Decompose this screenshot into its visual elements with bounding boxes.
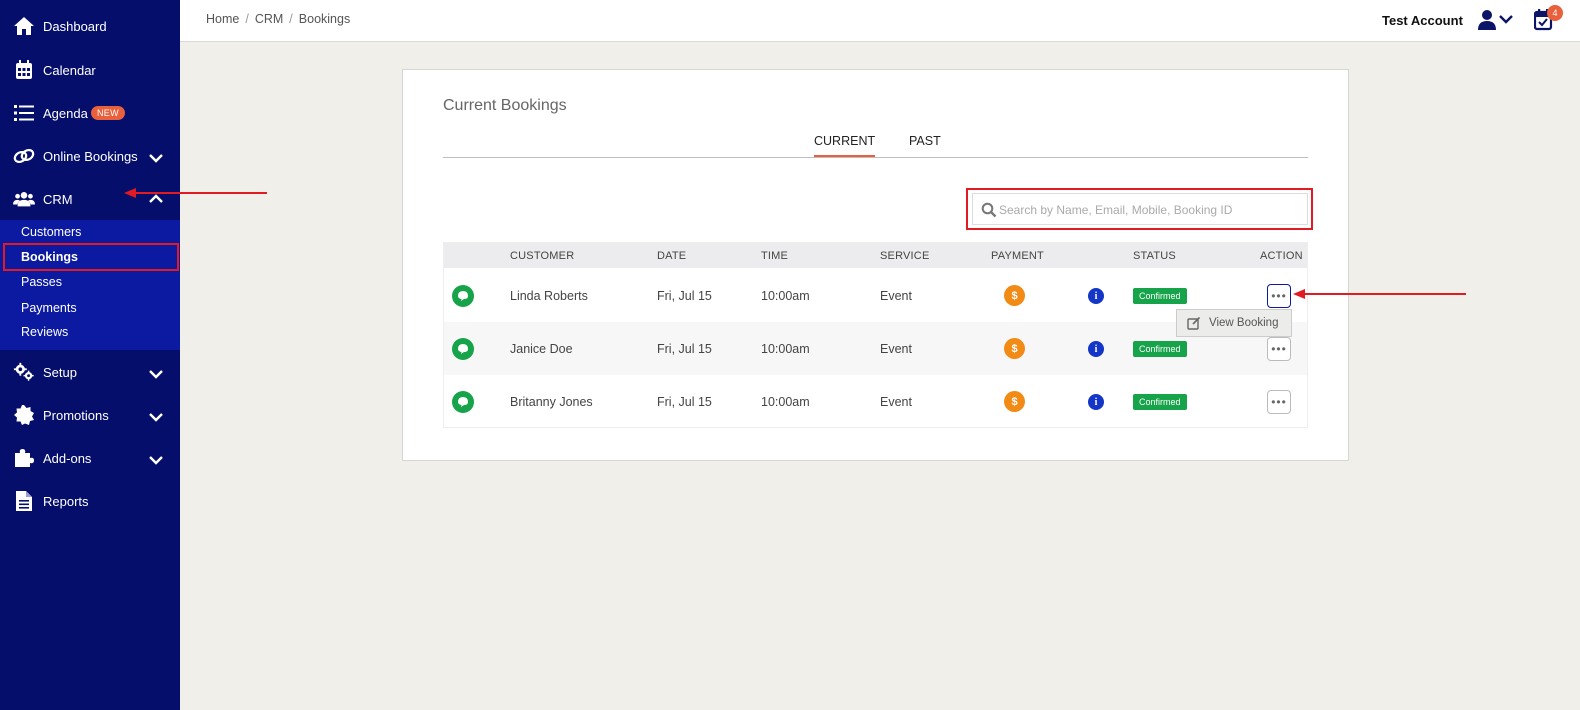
new-badge: NEW	[91, 106, 125, 120]
sidebar-item-label: Reports	[43, 493, 89, 509]
payment-dollar-icon[interactable]: $	[1004, 338, 1025, 359]
bookings-highlight-box	[3, 243, 179, 271]
user-menu-button[interactable]	[1478, 9, 1516, 31]
list-icon	[13, 102, 35, 124]
sidebar-item-dashboard[interactable]: Dashboard	[0, 6, 180, 46]
breadcrumb-separator: /	[245, 12, 249, 26]
payment-dollar-icon[interactable]: $	[1004, 391, 1025, 412]
badge-icon	[13, 404, 35, 426]
sidebar-item-label: CRM	[43, 191, 73, 207]
sidebar-item-agenda[interactable]: Agenda NEW	[0, 93, 180, 133]
info-icon[interactable]: i	[1088, 341, 1104, 357]
link-icon	[13, 145, 35, 167]
edit-icon	[1187, 316, 1201, 330]
search-input[interactable]	[999, 198, 1299, 222]
sidebar-item-label: Promotions	[43, 407, 109, 423]
home-icon	[13, 15, 35, 37]
notification-count-badge: 4	[1547, 5, 1563, 21]
action-menu-button[interactable]: •••	[1267, 284, 1291, 308]
top-bar: Home / CRM / Bookings Test Account 4	[180, 0, 1580, 42]
sidebar-item-add-ons[interactable]: Add-ons	[0, 438, 180, 478]
chevron-down-icon	[149, 456, 163, 465]
submenu-item-customers[interactable]: Customers	[21, 225, 81, 239]
gears-icon	[13, 361, 35, 383]
column-header-status: STATUS	[1133, 250, 1176, 262]
customer-avatar-icon	[452, 391, 474, 413]
search-icon	[981, 202, 997, 218]
column-header-time: TIME	[761, 250, 789, 262]
info-icon[interactable]: i	[1088, 288, 1104, 304]
booking-time: 10:00am	[761, 289, 810, 303]
booking-tabs: CURRENT PAST	[443, 126, 1308, 158]
customer-avatar-icon	[452, 338, 474, 360]
payment-dollar-icon[interactable]: $	[1004, 285, 1025, 306]
column-header-service: SERVICE	[880, 250, 930, 262]
crm-submenu: Customers Bookings Passes Payments Revie…	[0, 220, 180, 350]
view-booking-label: View Booking	[1209, 317, 1279, 329]
booking-service: Event	[880, 342, 912, 356]
sidebar-item-reports[interactable]: Reports	[0, 481, 180, 521]
bookings-card: Current Bookings CURRENT PAST CUSTOMER D…	[402, 69, 1349, 461]
table-row[interactable]: Britanny Jones Fri, Jul 15 10:00am Event…	[444, 375, 1307, 428]
sidebar-item-label: Dashboard	[43, 18, 107, 34]
action-menu-button[interactable]: •••	[1267, 337, 1291, 361]
users-icon	[13, 188, 35, 210]
submenu-item-passes[interactable]: Passes	[21, 275, 62, 289]
booking-time: 10:00am	[761, 395, 810, 409]
sidebar-item-label: Online Bookings	[43, 148, 138, 164]
customer-avatar-icon	[452, 285, 474, 307]
info-icon[interactable]: i	[1088, 394, 1104, 410]
sidebar-item-online-bookings[interactable]: Online Bookings	[0, 136, 180, 176]
status-badge: Confirmed	[1133, 341, 1187, 357]
sidebar-item-label: Add-ons	[43, 450, 92, 466]
user-icon	[1478, 10, 1513, 30]
customer-name: Britanny Jones	[510, 395, 593, 409]
column-header-action: ACTION	[1260, 250, 1303, 262]
status-badge: Confirmed	[1133, 394, 1187, 410]
booking-date: Fri, Jul 15	[657, 289, 712, 303]
breadcrumb-separator: /	[289, 12, 293, 26]
account-name: Test Account	[1382, 13, 1463, 28]
booking-service: Event	[880, 395, 912, 409]
sidebar-item-calendar[interactable]: Calendar	[0, 50, 180, 90]
tab-current[interactable]: CURRENT	[814, 134, 876, 157]
booking-date: Fri, Jul 15	[657, 342, 712, 356]
sidebar: Dashboard Calendar Agenda NEW Online Boo…	[0, 0, 180, 710]
column-header-payment: PAYMENT	[991, 250, 1044, 262]
booking-time: 10:00am	[761, 342, 810, 356]
table-header: CUSTOMER DATE TIME SERVICE PAYMENT STATU…	[444, 243, 1307, 268]
tab-past[interactable]: PAST	[909, 134, 941, 148]
breadcrumb-bookings: Bookings	[298, 12, 351, 26]
sidebar-item-label: Calendar	[43, 62, 96, 78]
column-header-customer: CUSTOMER	[510, 250, 575, 262]
sidebar-item-setup[interactable]: Setup	[0, 352, 180, 392]
chevron-down-icon	[149, 413, 163, 422]
search-box	[972, 193, 1308, 225]
action-menu-button[interactable]: •••	[1267, 390, 1291, 414]
status-badge: Confirmed	[1133, 288, 1187, 304]
sidebar-item-promotions[interactable]: Promotions	[0, 395, 180, 435]
column-header-date: DATE	[657, 250, 687, 262]
view-booking-menu-item[interactable]: View Booking	[1176, 309, 1292, 337]
puzzle-icon	[13, 447, 35, 469]
booking-date: Fri, Jul 15	[657, 395, 712, 409]
submenu-item-payments[interactable]: Payments	[21, 301, 77, 315]
sidebar-item-label: Agenda	[43, 105, 88, 121]
breadcrumb: Home / CRM / Bookings	[206, 12, 350, 26]
booking-service: Event	[880, 289, 912, 303]
sidebar-item-crm[interactable]: CRM	[0, 179, 180, 219]
breadcrumb-crm[interactable]: CRM	[255, 12, 283, 26]
submenu-item-reviews[interactable]: Reviews	[21, 325, 68, 339]
customer-name: Linda Roberts	[510, 289, 588, 303]
calendar-icon	[13, 59, 35, 81]
chevron-down-icon	[149, 370, 163, 379]
customer-name: Janice Doe	[510, 342, 573, 356]
chevron-down-icon	[149, 154, 163, 163]
page-title: Current Bookings	[443, 97, 567, 114]
file-icon	[13, 490, 35, 512]
sidebar-item-label: Setup	[43, 364, 77, 380]
breadcrumb-home[interactable]: Home	[206, 12, 239, 26]
